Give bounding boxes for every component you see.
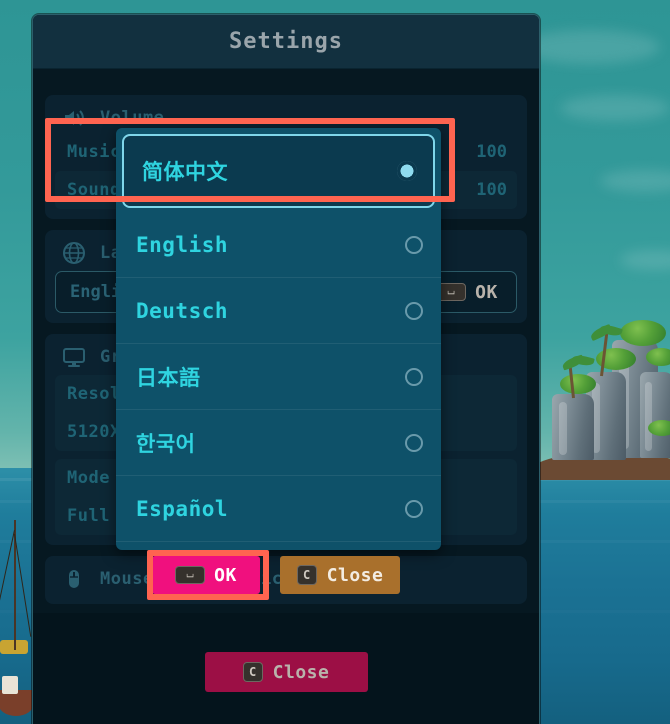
dropdown-option-label: 简体中文 [142,160,228,184]
dropdown-option-spanish[interactable]: Español [116,476,441,542]
radio-button[interactable] [405,433,423,452]
close-button[interactable]: C Close [280,556,400,594]
dropdown-option-korean[interactable]: 한국어 [116,410,441,476]
tree-foliage [560,374,596,394]
dropdown-option-label: Español [136,496,229,521]
cliff-rock [640,372,670,458]
monitor-icon [61,344,87,370]
ok-button[interactable]: ⌴ OK [152,556,260,594]
dropdown-option-japanese[interactable]: 日本語 [116,344,441,410]
mouse-icon [61,566,87,592]
spacebar-key-icon: ⌴ [175,566,206,584]
page-title: Settings [229,29,343,54]
globe-icon [61,240,87,266]
dropdown-option-label: Deutsch [136,298,229,323]
dropdown-option-deutsch[interactable]: Deutsch [116,278,441,344]
dropdown-option-label: English [136,232,229,257]
close-button-label: Close [326,564,384,586]
radio-button[interactable] [405,367,423,386]
dialog-titlebar: Settings [33,15,539,69]
tree-foliage [620,320,666,346]
speaker-icon [61,105,87,131]
dropdown-option-english[interactable]: English [116,212,441,278]
dropdown-option-simplified-chinese[interactable]: 简体中文 [122,134,435,208]
radio-button[interactable] [405,499,423,518]
music-value: 100 [476,142,507,162]
volume-title: Volume [100,108,165,128]
c-key-icon: C [242,662,263,682]
sound-value: 100 [476,180,507,200]
dialog-footer: C Close [33,613,539,724]
dropdown-action-row: ⌴ OK C Close [152,556,400,594]
cloud-shape [520,30,660,64]
radio-button-selected[interactable] [397,161,417,181]
language-dropdown[interactable]: 简体中文 English Deutsch 日本語 한국어 Español [116,128,441,550]
boat-sail [2,676,18,694]
radio-button[interactable] [405,301,423,320]
cloud-shape [560,95,670,121]
dropdown-option-label: 한국어 [136,431,196,456]
radio-button[interactable] [405,235,423,254]
game-screen: Settings Volume Music 100 Sound 100 Engl… [0,0,670,724]
ok-button-label: OK [214,564,237,586]
footer-close-label: Close [272,661,330,683]
language-confirm-label: OK [475,281,498,303]
c-key-icon: C [296,565,317,585]
dropdown-option-label: 日本語 [136,365,201,390]
footer-close-button[interactable]: C Close [204,652,368,692]
tree-foliage [648,420,670,436]
cliff-rock [552,394,594,460]
tree-foliage [646,348,670,366]
